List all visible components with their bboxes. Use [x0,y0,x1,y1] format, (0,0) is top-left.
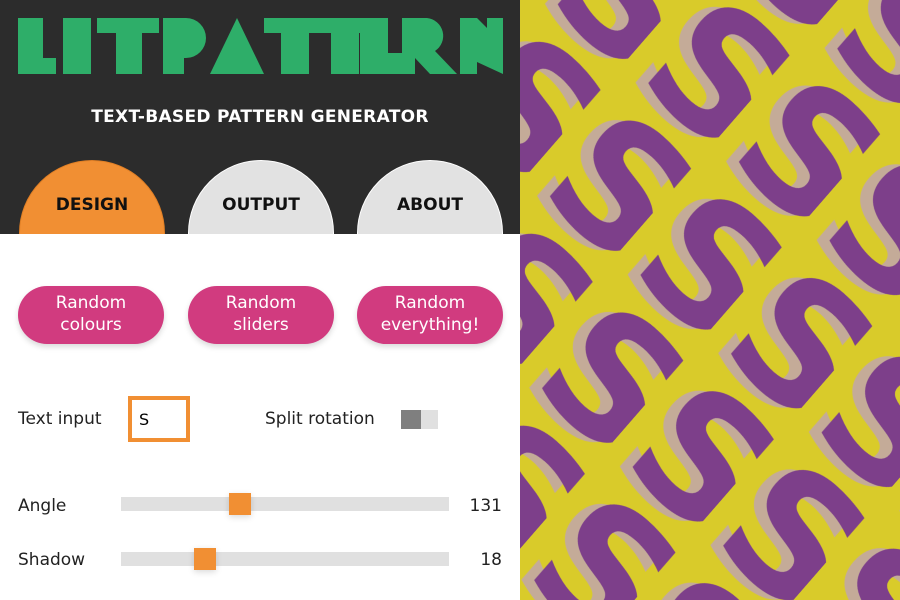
split-rotation-label: Split rotation [265,409,375,429]
angle-value: 131 [469,496,502,516]
angle-slider[interactable] [121,493,449,515]
button-label: Random [394,293,466,313]
button-label: colours [60,315,122,335]
button-label: sliders [233,315,289,335]
pattern-fill [520,0,900,600]
random-colours-button[interactable]: Random colours [18,286,164,344]
toggle-knob[interactable] [401,410,421,429]
pattern-preview: SS [520,0,900,600]
tab-design[interactable]: DESIGN [19,160,165,234]
shadow-slider[interactable] [121,548,449,570]
text-input-label: Text input [18,409,102,429]
control-panel: TEXT-BASED PATTERN GENERATOR DESIGN OUTP… [0,0,520,600]
logo [18,18,503,74]
random-sliders-button[interactable]: Random sliders [188,286,334,344]
angle-slider-thumb[interactable] [229,493,252,515]
button-label: everything! [380,315,480,335]
angle-label: Angle [18,496,67,516]
tab-output[interactable]: OUTPUT [188,160,334,234]
subtitle: TEXT-BASED PATTERN GENERATOR [91,107,429,127]
shadow-value: 18 [480,550,502,570]
text-input[interactable] [128,396,190,442]
random-everything-button[interactable]: Random everything! [357,286,503,344]
tab-about[interactable]: ABOUT [357,160,503,234]
split-rotation-toggle[interactable] [401,410,438,429]
shadow-slider-thumb[interactable] [194,548,217,570]
shadow-label: Shadow [18,550,86,570]
button-label: Random [55,293,127,313]
header: TEXT-BASED PATTERN GENERATOR DESIGN OUTP… [0,0,520,234]
button-label: Random [225,293,297,313]
